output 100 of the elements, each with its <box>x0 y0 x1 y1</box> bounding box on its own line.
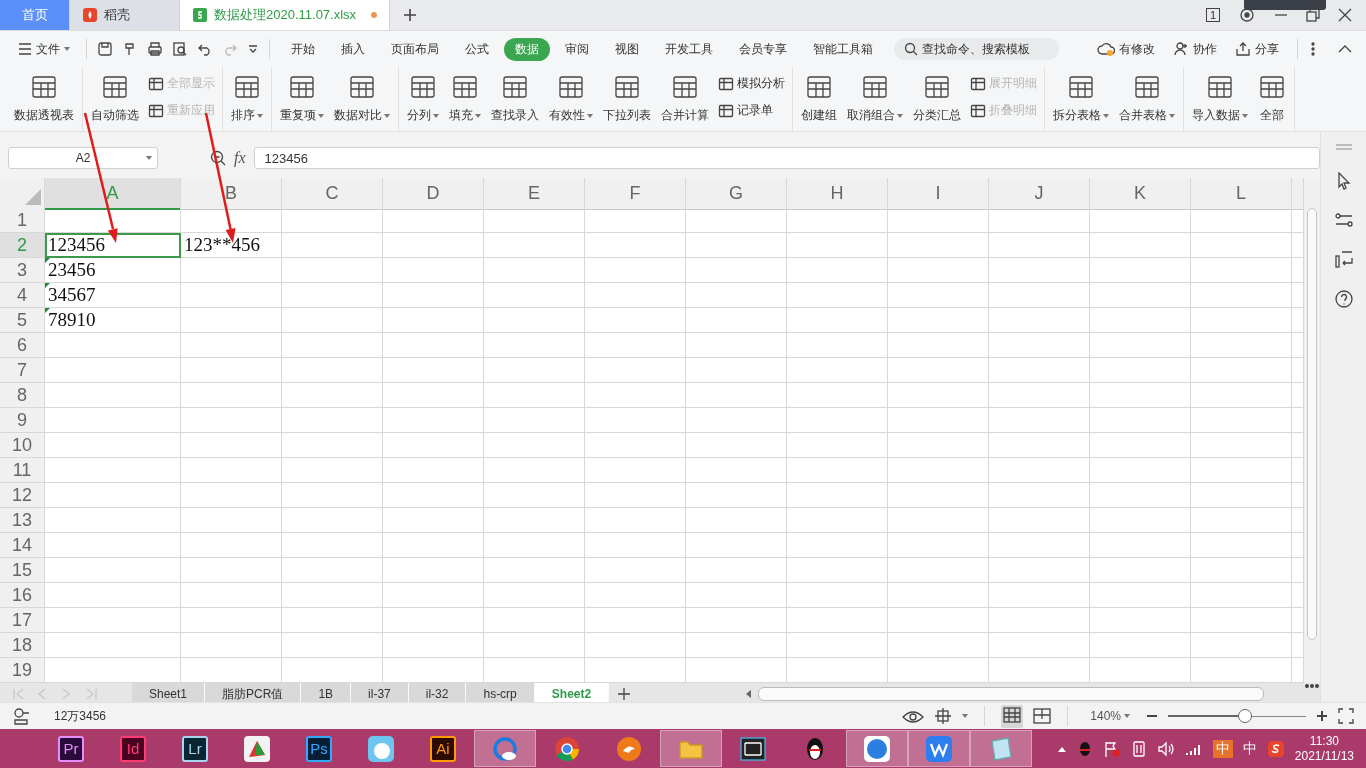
table-cell[interactable] <box>282 533 383 558</box>
column-header[interactable]: K <box>1090 178 1191 210</box>
table-cell[interactable] <box>989 208 1090 233</box>
table-cell[interactable] <box>888 258 989 283</box>
sheet-tab[interactable]: Sheet1 <box>132 683 206 705</box>
ribbon-tab[interactable]: 公式 <box>454 37 500 61</box>
row-header[interactable]: 16 <box>0 583 45 608</box>
table-cell[interactable] <box>888 433 989 458</box>
table-cell[interactable] <box>686 433 787 458</box>
row-header[interactable]: 18 <box>0 633 45 658</box>
table-cell[interactable] <box>585 508 686 533</box>
normal-view-button[interactable] <box>1001 704 1024 728</box>
row-header[interactable]: 6 <box>0 333 45 358</box>
row-header[interactable]: 1 <box>0 208 45 233</box>
ribbon-tab[interactable]: 页面布局 <box>380 37 450 61</box>
row-header[interactable]: 17 <box>0 608 45 633</box>
table-cell[interactable] <box>45 458 181 483</box>
sogou-icon[interactable] <box>1266 739 1285 758</box>
table-cell[interactable] <box>989 633 1090 658</box>
table-cell[interactable] <box>686 533 787 558</box>
column-header[interactable]: H <box>787 178 888 210</box>
table-cell[interactable] <box>787 483 888 508</box>
save-icon[interactable] <box>97 41 113 57</box>
table-cell[interactable] <box>585 483 686 508</box>
taskbar-app[interactable]: Pr <box>40 730 102 767</box>
table-cell[interactable] <box>45 633 181 658</box>
formula-field[interactable]: 123456 <box>253 147 1320 169</box>
column-header[interactable]: D <box>383 178 484 210</box>
table-cell[interactable] <box>1090 508 1191 533</box>
table-cell[interactable] <box>585 633 686 658</box>
table-cell[interactable] <box>1090 308 1191 333</box>
table-cell[interactable] <box>787 333 888 358</box>
table-cell[interactable] <box>383 308 484 333</box>
table-cell[interactable] <box>282 408 383 433</box>
table-cell[interactable] <box>888 283 989 308</box>
taskbar-app[interactable]: Lr <box>164 730 226 767</box>
taskbar-app[interactable]: Ai <box>412 730 474 767</box>
ribbon-button[interactable]: 合并计算 <box>657 71 713 126</box>
ribbon-button[interactable]: 模拟分析 <box>715 73 788 94</box>
ribbon-button[interactable]: 自动筛选 <box>87 71 143 126</box>
fullscreen-icon[interactable] <box>1338 708 1354 724</box>
table-cell[interactable] <box>686 208 787 233</box>
normal-view-icon[interactable] <box>1003 706 1022 723</box>
table-cell[interactable] <box>686 408 787 433</box>
table-cell[interactable] <box>787 633 888 658</box>
collapse-icon[interactable] <box>1338 44 1352 54</box>
table-cell[interactable] <box>45 533 181 558</box>
row-header[interactable]: 5 <box>0 308 45 333</box>
table-cell[interactable] <box>484 333 585 358</box>
table-cell[interactable] <box>585 208 686 233</box>
row-header[interactable]: 14 <box>0 533 45 558</box>
table-cell[interactable] <box>484 283 585 308</box>
table-cell[interactable] <box>888 483 989 508</box>
table-cell[interactable] <box>989 608 1090 633</box>
table-cell[interactable] <box>1191 383 1292 408</box>
table-cell[interactable] <box>787 233 888 258</box>
print-preview-icon[interactable] <box>172 41 188 57</box>
table-cell[interactable] <box>383 483 484 508</box>
table-cell[interactable] <box>585 358 686 383</box>
table-cell[interactable] <box>1191 633 1292 658</box>
table-cell[interactable] <box>181 483 282 508</box>
table-cell[interactable] <box>989 433 1090 458</box>
file-menu[interactable]: 文件 <box>12 37 76 61</box>
table-cell[interactable] <box>888 508 989 533</box>
table-cell[interactable] <box>1090 283 1191 308</box>
ribbon-tab[interactable]: 视图 <box>604 37 650 61</box>
table-cell[interactable] <box>888 533 989 558</box>
command-search-field[interactable]: 查找命令、搜索模板 <box>894 38 1059 60</box>
table-cell[interactable] <box>484 508 585 533</box>
toolbar-button[interactable]: 有修改 <box>1091 37 1161 61</box>
table-cell[interactable] <box>1090 383 1191 408</box>
sheet-tab[interactable]: 脂肪PCR值 <box>205 683 302 705</box>
row-header[interactable]: 8 <box>0 383 45 408</box>
table-cell[interactable] <box>282 458 383 483</box>
table-cell[interactable] <box>686 283 787 308</box>
input-mode-indicator[interactable]: 中 <box>1242 739 1257 758</box>
table-cell[interactable] <box>181 283 282 308</box>
restore-icon[interactable] <box>1306 8 1320 22</box>
table-cell[interactable] <box>1191 533 1292 558</box>
name-box[interactable]: A2 <box>8 147 158 169</box>
table-cell[interactable] <box>1191 333 1292 358</box>
table-cell[interactable] <box>383 508 484 533</box>
macro-icon[interactable] <box>12 707 30 725</box>
flag-icon[interactable] <box>1102 739 1121 758</box>
select-all-corner[interactable] <box>24 188 42 206</box>
table-cell[interactable] <box>787 358 888 383</box>
table-cell[interactable] <box>282 358 383 383</box>
sheet-tab[interactable]: il-37 <box>351 683 409 705</box>
column-header[interactable]: L <box>1191 178 1292 210</box>
ribbon-button[interactable]: 拆分表格 <box>1049 71 1113 126</box>
table-cell[interactable] <box>787 608 888 633</box>
table-cell[interactable] <box>484 558 585 583</box>
table-cell[interactable] <box>181 308 282 333</box>
table-cell[interactable] <box>787 458 888 483</box>
ribbon-button[interactable]: 全部 <box>1254 71 1290 126</box>
table-cell[interactable] <box>787 308 888 333</box>
table-cell[interactable] <box>787 433 888 458</box>
table-cell[interactable] <box>1090 633 1191 658</box>
table-cell[interactable] <box>585 433 686 458</box>
nav-arrow-icon[interactable] <box>12 687 26 701</box>
